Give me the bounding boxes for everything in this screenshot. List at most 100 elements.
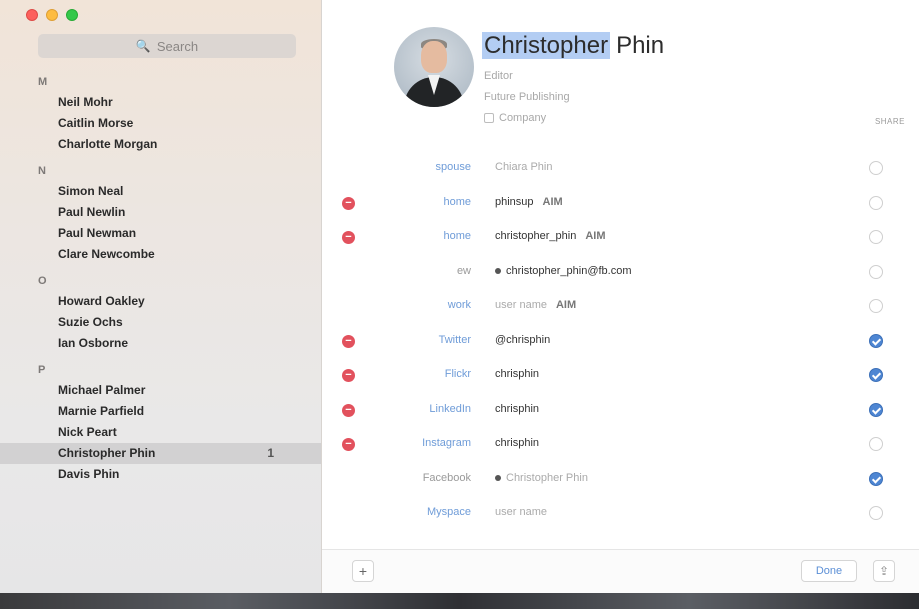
field-value[interactable]: user name bbox=[495, 506, 547, 518]
remove-field-icon[interactable]: − bbox=[342, 196, 355, 210]
contact-name-label: Michael Palmer bbox=[58, 383, 146, 397]
contact-list-item[interactable]: Christopher Phin 1 bbox=[0, 443, 321, 464]
remove-field-icon[interactable]: − bbox=[342, 334, 355, 348]
card-field-row: Myspace user name bbox=[322, 496, 919, 531]
remove-field-icon[interactable]: − bbox=[342, 438, 355, 451]
contact-card: Christopher Phin Editor Future Publishing… bbox=[322, 0, 919, 593]
contacts-sidebar: 🔍 Search M Neil Mohr Caitlin Morse Charlott… bbox=[0, 0, 322, 609]
field-value[interactable]: chrisphin bbox=[495, 403, 539, 415]
share-column-header: SHARE bbox=[874, 117, 905, 126]
field-label[interactable]: home bbox=[443, 196, 471, 208]
contact-name-label: Christopher Phin bbox=[58, 446, 156, 460]
field-service-label: AIM bbox=[585, 230, 606, 242]
company-field[interactable]: Future Publishing bbox=[484, 91, 570, 103]
share-checkbox[interactable] bbox=[869, 368, 883, 382]
field-value-text: chrisphin bbox=[495, 437, 540, 449]
share-checkbox[interactable] bbox=[869, 506, 883, 520]
done-button[interactable]: Done bbox=[801, 560, 857, 582]
last-name-field[interactable]: Phin bbox=[610, 32, 664, 59]
contact-list-item[interactable]: Clare Newcombe bbox=[0, 244, 321, 265]
contact-name-label: Paul Newman bbox=[58, 226, 137, 240]
field-label[interactable]: home bbox=[443, 230, 471, 242]
remove-field-icon[interactable]: − bbox=[342, 369, 355, 382]
field-service-label: AIM bbox=[542, 195, 563, 208]
bullet-icon bbox=[495, 474, 501, 481]
contact-list-item[interactable]: Suzie Ochs bbox=[0, 312, 321, 333]
remove-field-icon[interactable]: − bbox=[342, 231, 355, 244]
contact-list-item[interactable]: Michael Palmer bbox=[0, 380, 321, 401]
field-value[interactable]: phinsup AIM bbox=[495, 196, 563, 208]
contact-list-item[interactable]: Davis Phin bbox=[0, 464, 321, 485]
field-value[interactable]: chrisphin bbox=[495, 437, 539, 449]
field-value[interactable]: @chrisphin bbox=[495, 334, 550, 346]
field-value-text: chrisphin bbox=[495, 402, 540, 415]
card-field-row: ew christopher_phin@fb.com bbox=[322, 255, 919, 290]
zoom-window-button[interactable] bbox=[66, 9, 78, 21]
contact-name-label: Nick Peart bbox=[58, 425, 117, 439]
share-checkbox[interactable] bbox=[869, 437, 883, 451]
job-title-field[interactable]: Editor bbox=[484, 70, 513, 82]
share-button[interactable]: ⇪ bbox=[873, 560, 895, 582]
field-label[interactable]: LinkedIn bbox=[429, 403, 471, 415]
remove-field-icon[interactable]: − bbox=[342, 403, 355, 417]
field-label[interactable]: Facebook bbox=[423, 472, 471, 484]
share-checkbox[interactable] bbox=[869, 195, 883, 210]
field-value-text: christopher_phin bbox=[495, 230, 577, 242]
field-value[interactable]: Christopher Phin bbox=[495, 472, 588, 484]
desktop-background bbox=[0, 593, 919, 609]
field-value[interactable]: Chiara Phin bbox=[495, 161, 552, 173]
field-label[interactable]: ew bbox=[457, 265, 471, 277]
field-label[interactable]: Twitter bbox=[439, 334, 471, 346]
field-label[interactable]: spouse bbox=[436, 161, 471, 173]
share-checkbox[interactable] bbox=[869, 230, 883, 244]
contact-list-item[interactable]: Neil Mohr bbox=[0, 92, 321, 113]
section-header: O bbox=[38, 275, 47, 287]
share-checkbox[interactable] bbox=[869, 402, 883, 417]
contact-name[interactable]: Christopher Phin bbox=[482, 32, 664, 60]
contact-list-item[interactable]: Ian Osborne bbox=[0, 333, 321, 354]
field-value-text: user name bbox=[495, 299, 547, 311]
field-value[interactable]: user name AIM bbox=[495, 299, 576, 311]
contact-list-item[interactable]: Marnie Parfield bbox=[0, 401, 321, 422]
contact-list-item[interactable]: Howard Oakley bbox=[0, 291, 321, 312]
contact-name-label: Davis Phin bbox=[58, 467, 120, 481]
contact-list-item[interactable]: Paul Newman bbox=[0, 223, 321, 244]
contact-name-label: Marnie Parfield bbox=[58, 404, 145, 418]
share-checkbox[interactable] bbox=[869, 161, 883, 175]
contact-list-item[interactable]: Nick Peart bbox=[0, 422, 321, 443]
contact-list-item[interactable]: Caitlin Morse bbox=[0, 113, 321, 134]
share-checkbox[interactable] bbox=[869, 264, 883, 279]
contact-avatar[interactable] bbox=[394, 27, 474, 107]
card-field-row: − Flickr chrisphin bbox=[322, 358, 919, 393]
add-field-button[interactable]: + bbox=[352, 560, 374, 582]
contact-name-label: Neil Mohr bbox=[58, 95, 113, 109]
field-value-text: user name bbox=[495, 506, 547, 518]
bullet-icon bbox=[495, 267, 501, 274]
field-value[interactable]: chrisphin bbox=[495, 368, 539, 380]
contact-list-item[interactable]: Charlotte Morgan bbox=[0, 134, 321, 155]
field-label[interactable]: work bbox=[448, 299, 471, 311]
contact-list-item[interactable]: Simon Neal bbox=[0, 181, 321, 202]
field-value[interactable]: christopher_phin AIM bbox=[495, 230, 606, 242]
share-checkbox[interactable] bbox=[869, 333, 883, 348]
card-field-row: Facebook Christopher Phin bbox=[322, 462, 919, 497]
field-label[interactable]: Instagram bbox=[422, 437, 471, 449]
close-window-button[interactable] bbox=[26, 9, 38, 21]
field-label[interactable]: Flickr bbox=[445, 368, 471, 380]
share-checkbox[interactable] bbox=[869, 471, 883, 486]
field-value-text: Chiara Phin bbox=[495, 161, 553, 173]
contact-name-label: Suzie Ochs bbox=[58, 315, 123, 329]
field-value-text: Christopher Phin bbox=[506, 471, 588, 484]
contact-list-item[interactable]: Paul Newlin bbox=[0, 202, 321, 223]
field-label[interactable]: Myspace bbox=[427, 506, 471, 518]
first-name-field[interactable]: Christopher bbox=[482, 32, 611, 59]
field-value[interactable]: christopher_phin@fb.com bbox=[495, 265, 632, 277]
contact-name-label: Simon Neal bbox=[58, 184, 124, 198]
company-checkbox[interactable]: Company bbox=[484, 112, 546, 124]
field-service-label: AIM bbox=[555, 299, 577, 311]
minimize-window-button[interactable] bbox=[46, 9, 58, 21]
search-field[interactable]: 🔍 Search bbox=[38, 34, 296, 58]
field-value-text: @chrisphin bbox=[495, 333, 551, 346]
card-field-row: work user name AIM bbox=[322, 289, 919, 324]
share-checkbox[interactable] bbox=[869, 299, 883, 313]
